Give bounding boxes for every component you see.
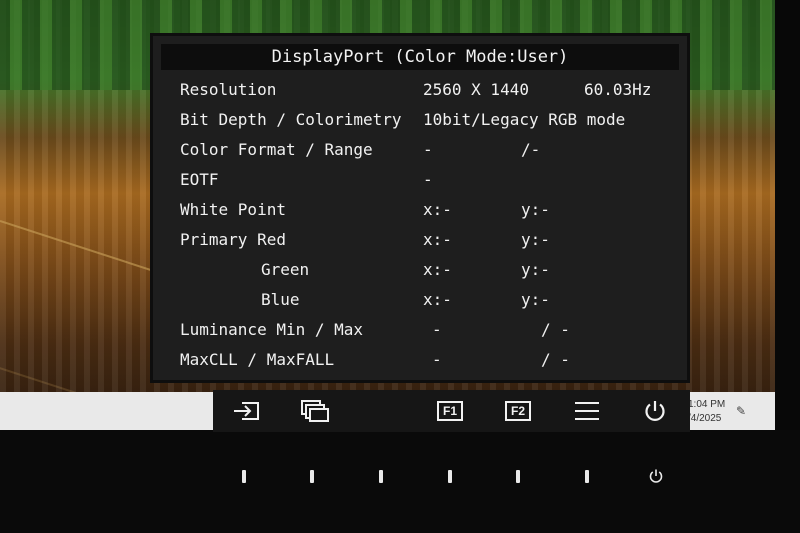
taskbar-clock[interactable]: 1:04 PM /4/2025 bbox=[688, 398, 736, 426]
row-label: Bit Depth / Colorimetry bbox=[180, 110, 402, 129]
row-color-format: Color Format / Range - /- bbox=[153, 136, 693, 164]
osd-title: DisplayPort (Color Mode:User) bbox=[161, 44, 679, 70]
row-value-1: - bbox=[423, 170, 433, 189]
menu-icon bbox=[575, 402, 599, 420]
row-value-1: x:- bbox=[423, 260, 452, 279]
row-value-1: - bbox=[432, 350, 442, 369]
row-label: Green bbox=[261, 260, 310, 279]
notification-icon[interactable]: ✎ bbox=[733, 404, 749, 420]
row-primary-green: Green x:- y:- bbox=[153, 256, 693, 284]
row-label: Primary Red bbox=[180, 230, 286, 249]
row-label: Blue bbox=[261, 290, 300, 309]
hardware-key-2[interactable] bbox=[310, 470, 314, 483]
clock-time: 1:04 PM bbox=[688, 399, 726, 410]
row-white-point: White Point x:- y:- bbox=[153, 196, 693, 224]
row-label: MaxCLL / MaxFALL bbox=[180, 350, 335, 369]
f1-label: F1 bbox=[436, 401, 463, 421]
row-value-2: y:- bbox=[521, 260, 550, 279]
row-luminance: Luminance Min / Max - / - bbox=[153, 316, 693, 344]
row-value-2: y:- bbox=[521, 230, 550, 249]
hardware-power-key-icon[interactable] bbox=[648, 468, 664, 484]
menu-button[interactable] bbox=[570, 396, 604, 426]
row-label: Luminance Min / Max bbox=[180, 320, 364, 339]
row-label: EOTF bbox=[180, 170, 219, 189]
row-value-1: 2560 X 1440 bbox=[423, 80, 529, 99]
f2-label: F2 bbox=[504, 401, 531, 421]
input-select-icon bbox=[234, 402, 259, 420]
f1-button[interactable]: F1 bbox=[433, 396, 467, 426]
row-value-2: 60.03Hz bbox=[584, 80, 652, 99]
hardware-key-4[interactable] bbox=[448, 470, 452, 483]
row-value-1: 10bit/Legacy RGB mode bbox=[423, 110, 626, 129]
row-value-2: / - bbox=[541, 350, 570, 369]
picture-mode-icon bbox=[301, 400, 329, 422]
row-primary-red: Primary Red x:- y:- bbox=[153, 226, 693, 254]
row-value-1: x:- bbox=[423, 230, 452, 249]
row-eotf: EOTF - bbox=[153, 166, 693, 194]
input-select-button[interactable] bbox=[229, 396, 263, 426]
picture-mode-button[interactable] bbox=[298, 396, 332, 426]
row-primary-blue: Blue x:- y:- bbox=[153, 286, 693, 314]
row-value-2: y:- bbox=[521, 290, 550, 309]
hardware-key-3[interactable] bbox=[379, 470, 383, 483]
hardware-key-6[interactable] bbox=[585, 470, 589, 483]
row-resolution: Resolution 2560 X 1440 60.03Hz bbox=[153, 76, 693, 104]
osd-signal-info-panel: DisplayPort (Color Mode:User) Resolution… bbox=[150, 33, 690, 383]
row-label: White Point bbox=[180, 200, 286, 219]
row-label: Color Format / Range bbox=[180, 140, 373, 159]
f2-button[interactable]: F2 bbox=[501, 396, 535, 426]
row-maxcll: MaxCLL / MaxFALL - / - bbox=[153, 346, 693, 374]
clock-date: /4/2025 bbox=[688, 413, 722, 424]
hardware-key-1[interactable] bbox=[242, 470, 246, 483]
power-button[interactable] bbox=[638, 396, 672, 426]
row-value-1: x:- bbox=[423, 290, 452, 309]
row-value-2: / - bbox=[541, 320, 570, 339]
row-bit-depth: Bit Depth / Colorimetry 10bit/Legacy RGB… bbox=[153, 106, 693, 134]
hardware-key-5[interactable] bbox=[516, 470, 520, 483]
row-value-1: x:- bbox=[423, 200, 452, 219]
row-value-2: /- bbox=[521, 140, 541, 159]
row-value-1: - bbox=[423, 140, 433, 159]
row-value-2: y:- bbox=[521, 200, 550, 219]
power-icon bbox=[645, 401, 665, 421]
monitor-bezel-bottom bbox=[0, 430, 800, 533]
row-value-1: - bbox=[432, 320, 442, 339]
row-label: Resolution bbox=[180, 80, 277, 99]
